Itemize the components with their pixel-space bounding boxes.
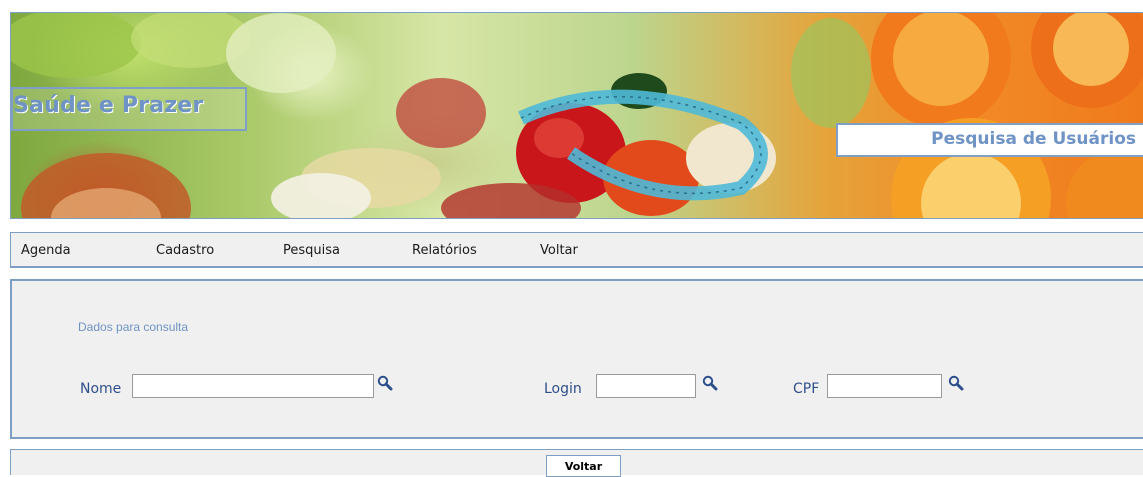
page-title: Pesquisa de Usuários (931, 129, 1136, 149)
nome-input[interactable] (132, 374, 374, 398)
menu-item-cadastro[interactable]: Cadastro (156, 243, 214, 258)
login-input[interactable] (596, 374, 696, 398)
section-label: Dados para consulta (78, 320, 189, 334)
header-banner: Saúde e Prazer Pesquisa de Usuários (10, 12, 1143, 219)
menu-item-relatorios[interactable]: Relatórios (412, 243, 477, 258)
footer-bar: Voltar (10, 449, 1143, 477)
menu-item-voltar[interactable]: Voltar (540, 243, 578, 258)
search-icon[interactable] (377, 375, 393, 391)
nome-label: Nome (80, 381, 122, 397)
main-menu: Agenda Cadastro Pesquisa Relatórios Volt… (10, 232, 1143, 268)
cpf-input[interactable] (827, 374, 942, 398)
cpf-label: CPF (793, 381, 820, 397)
menu-item-pesquisa[interactable]: Pesquisa (283, 243, 340, 258)
voltar-button[interactable]: Voltar (546, 455, 621, 477)
search-panel: Dados para consulta Nome Login CPF (10, 279, 1143, 439)
brand-logo: Saúde e Prazer (13, 93, 204, 118)
login-label: Login (544, 381, 582, 397)
menu-item-agenda[interactable]: Agenda (21, 243, 71, 258)
search-icon[interactable] (702, 375, 718, 391)
search-icon[interactable] (948, 375, 964, 391)
